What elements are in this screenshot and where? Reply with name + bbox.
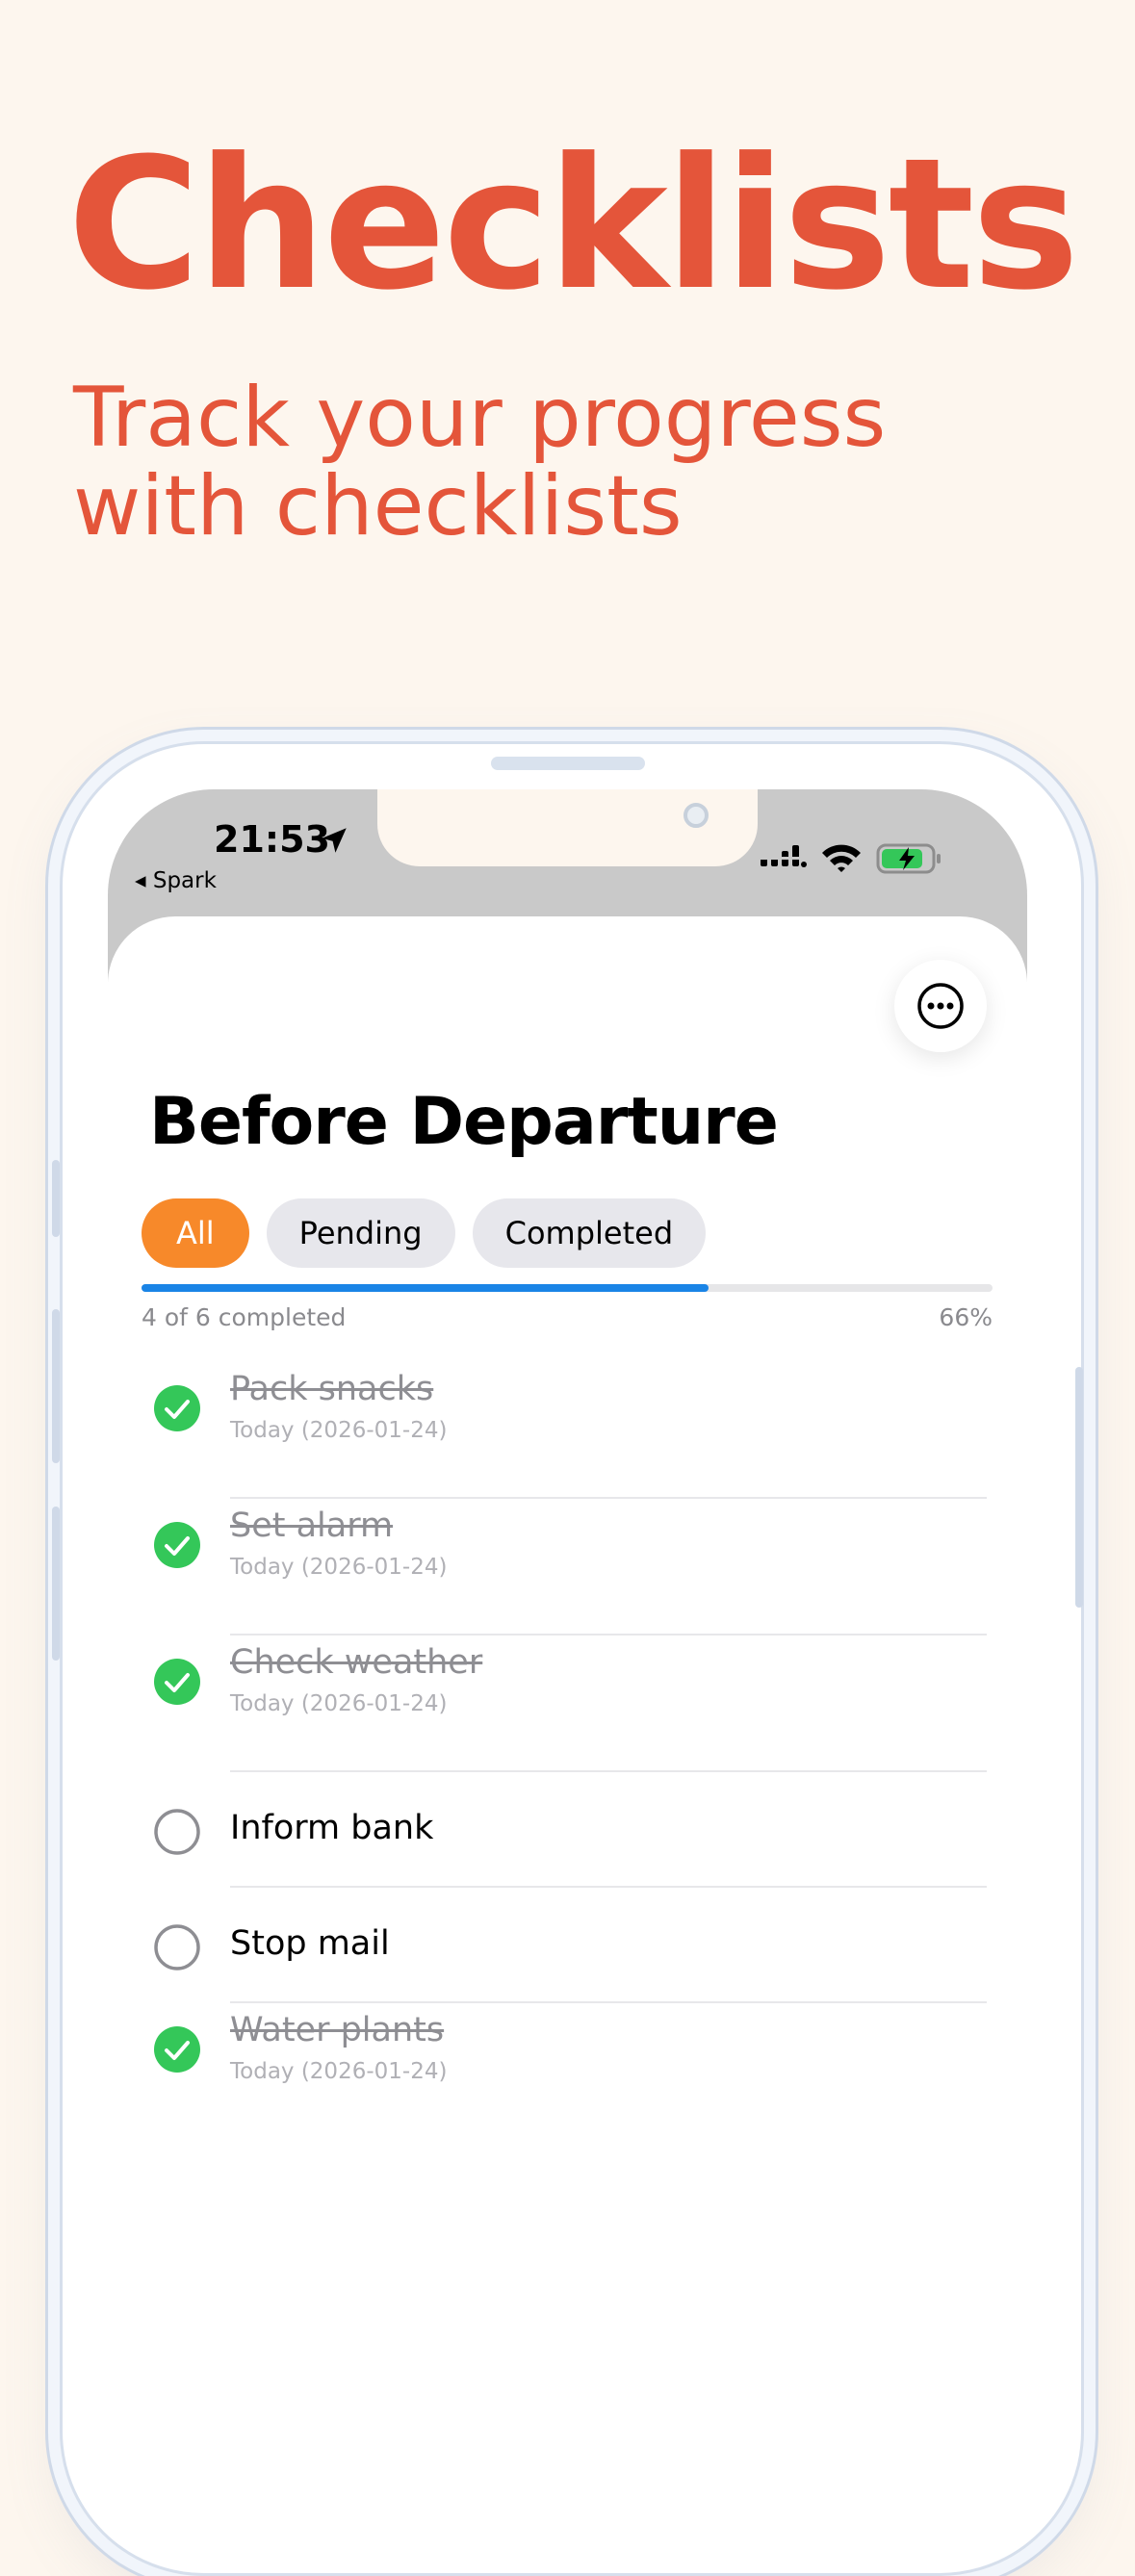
more-options-button[interactable] xyxy=(894,960,987,1052)
task-date: Today (2026-01-24) xyxy=(230,2059,448,2084)
phone-speaker-slit xyxy=(491,757,645,770)
progress-bar-fill xyxy=(142,1284,709,1292)
phone-side-button xyxy=(1075,1367,1083,1608)
checkmark-circle-icon[interactable] xyxy=(153,1521,201,1569)
phone-screen: 21:53 ◂ Spark Before Departure All Pendi… xyxy=(108,789,1027,2484)
checklist-title: Before Departure xyxy=(149,1084,779,1160)
task-name: Stop mail xyxy=(230,1924,390,1963)
empty-circle-icon[interactable] xyxy=(153,1808,201,1856)
wifi-icon xyxy=(822,844,861,872)
hero-subtitle: Track your progress with checklists xyxy=(73,370,887,554)
task-name: Pack snacks xyxy=(230,1370,434,1408)
checkmark-circle-icon[interactable] xyxy=(153,1384,201,1432)
task-date: Today (2026-01-24) xyxy=(230,1418,448,1443)
phone-side-button xyxy=(52,1507,60,1661)
battery-charging-icon xyxy=(876,843,941,874)
empty-circle-icon[interactable] xyxy=(153,1923,201,1971)
task-row[interactable]: Inform bank xyxy=(108,1772,1027,1888)
phone-side-button xyxy=(52,1160,60,1237)
task-row[interactable]: Pack snacks Today (2026-01-24) xyxy=(108,1362,1027,1499)
task-name: Water plants xyxy=(230,2011,445,2049)
task-date: Today (2026-01-24) xyxy=(230,1691,448,1716)
task-row[interactable]: Stop mail xyxy=(108,1888,1027,2003)
signal-icon xyxy=(761,845,807,867)
location-arrow-icon xyxy=(322,828,347,853)
task-row[interactable]: Water plants Today (2026-01-24) xyxy=(108,2003,1027,2140)
phone-notch xyxy=(377,789,758,866)
back-to-app-link[interactable]: ◂ Spark xyxy=(135,868,217,893)
progress-percent-text: 66% xyxy=(939,1303,993,1331)
task-list: Pack snacks Today (2026-01-24) Set alarm To… xyxy=(108,1362,1027,2140)
filter-pending-chip[interactable]: Pending xyxy=(266,1198,455,1268)
front-camera xyxy=(684,803,709,828)
hero-title: Checklists xyxy=(67,119,1079,330)
status-time: 21:53 xyxy=(214,818,330,861)
phone-side-button xyxy=(52,1309,60,1463)
progress-bar xyxy=(142,1284,993,1292)
checkmark-circle-icon[interactable] xyxy=(153,1658,201,1706)
checkmark-circle-icon[interactable] xyxy=(153,2025,201,2074)
progress-count-text: 4 of 6 completed xyxy=(142,1303,347,1331)
filter-completed-chip[interactable]: Completed xyxy=(472,1198,707,1268)
task-name: Inform bank xyxy=(230,1809,434,1847)
task-row[interactable]: Check weather Today (2026-01-24) xyxy=(108,1636,1027,1772)
filter-all-chip[interactable]: All xyxy=(142,1198,249,1268)
task-name: Check weather xyxy=(230,1643,483,1682)
filter-chips: All Pending Completed xyxy=(142,1198,707,1268)
task-date: Today (2026-01-24) xyxy=(230,1555,448,1580)
task-name: Set alarm xyxy=(230,1507,394,1545)
ellipsis-circle-icon xyxy=(917,983,964,1029)
task-row[interactable]: Set alarm Today (2026-01-24) xyxy=(108,1499,1027,1636)
